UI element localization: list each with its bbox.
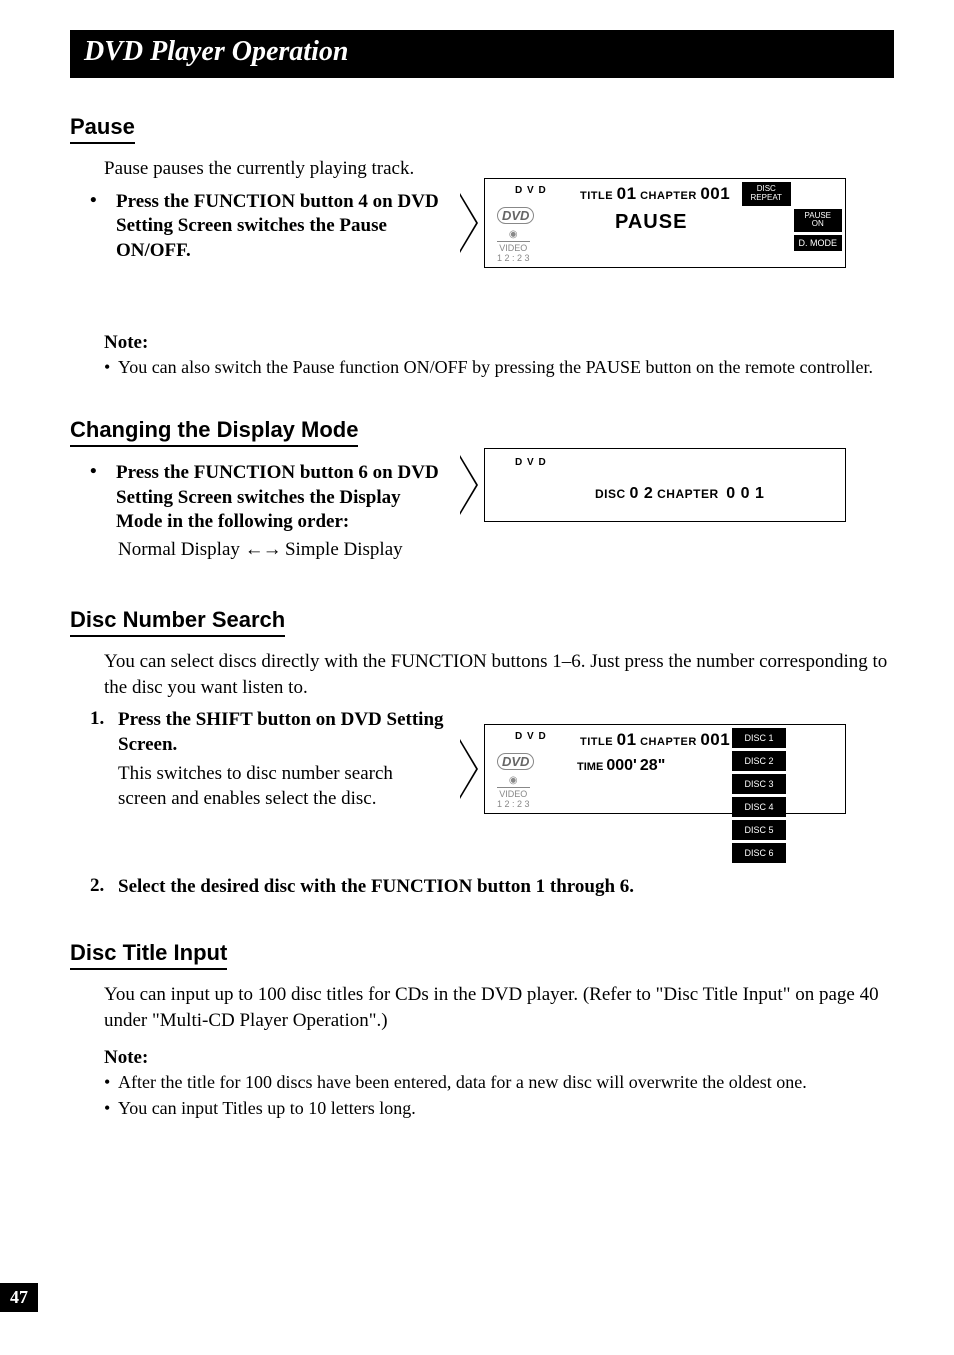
dvd-label: D V D [515, 457, 547, 468]
title-input-note-2: You can input Titles up to 10 letters lo… [118, 1097, 416, 1120]
disc-5-button: DISC 5 [732, 820, 786, 840]
bullet: • [104, 356, 118, 379]
step-number-2: 2. [90, 875, 118, 897]
note-label: Note: [104, 1047, 894, 1069]
txt: 1 2 : 2 3 [497, 253, 530, 263]
disc-3-button: DISC 3 [732, 774, 786, 794]
txt: VIDEO [499, 789, 527, 799]
txt: Normal Display [118, 539, 240, 560]
triangle-icon [460, 193, 478, 253]
txt: 0 0 1 [726, 485, 764, 502]
txt: 28" [640, 757, 665, 774]
disc-4-button: DISC 4 [732, 797, 786, 817]
txt: DISC [595, 487, 626, 501]
pause-display-text: PAUSE [615, 211, 687, 234]
pause-note-1: You can also switch the Pause function O… [118, 356, 873, 379]
page-number: 47 [0, 1283, 38, 1312]
bullet: • [104, 1071, 118, 1094]
pause-instruction: Press the FUNCTION button 4 on DVD Setti… [116, 190, 446, 264]
disc-search-screen-illustration: D V D TITLE 01 CHAPTER 001 DVD TIME 000'… [460, 724, 846, 814]
title-chapter: TITLE 01 CHAPTER 001 [580, 184, 730, 204]
pause-screen-illustration: D V D TITLE 01 CHAPTER 001 PAUSE DVD ◉ V… [460, 178, 846, 268]
heading-pause: Pause [70, 114, 135, 144]
simple-screen-illustration: D V D DISC 0 2 CHAPTER 0 0 1 [460, 448, 846, 522]
display-mode-instruction: Press the FUNCTION button 6 on DVD Setti… [116, 461, 446, 535]
title-input-note-1: After the title for 100 discs have been … [118, 1071, 807, 1094]
heading-disc-search: Disc Number Search [70, 607, 285, 637]
disc-buttons: DISC 1 DISC 2 DISC 3 DISC 4 DISC 5 DISC … [732, 728, 842, 866]
txt: CHAPTER [640, 190, 697, 202]
btn-pause-on: PAUSE ON [794, 209, 843, 233]
disc-search-step1: Press the SHIFT button on DVD Setting Sc… [118, 708, 448, 757]
heading-title-input: Disc Title Input [70, 940, 227, 970]
txt: TIME [577, 761, 603, 773]
txt: VIDEO [499, 243, 527, 253]
btn-disc-repeat: DISC REPEAT [742, 182, 791, 206]
btn-blank [742, 235, 791, 251]
video-label: ◉ VIDEO 1 2 : 2 3 [497, 775, 530, 809]
triangle-icon [460, 739, 478, 799]
bullet: • [104, 1097, 118, 1120]
txt: 1 2 : 2 3 [497, 799, 530, 809]
dvd-logo: DVD [497, 207, 534, 224]
bullet: • [90, 190, 116, 212]
txt: 001 [700, 184, 730, 203]
dvd-logo: DVD [497, 753, 534, 770]
disc-search-intro: You can select discs directly with the F… [104, 649, 894, 700]
triangle-icon [460, 455, 478, 515]
title-chapter: TITLE 01 CHAPTER 001 [580, 730, 730, 750]
time-text: TIME 000' 28" [577, 757, 665, 775]
txt: 000' [606, 757, 637, 774]
btn-dmode: D. MODE [794, 235, 843, 251]
display-order: Normal Display ←→ Simple Display [118, 539, 894, 561]
bullet: • [90, 461, 116, 483]
txt: 01 [617, 730, 637, 749]
dvd-label: D V D [515, 731, 547, 742]
title-input-intro: You can input up to 100 disc titles for … [104, 982, 894, 1033]
txt: 01 [617, 184, 637, 203]
step-number-1: 1. [90, 708, 118, 730]
txt: Simple Display [285, 539, 403, 560]
txt: TITLE [580, 736, 613, 748]
txt: CHAPTER [640, 736, 697, 748]
disc-search-step2: Select the desired disc with the FUNCTIO… [118, 875, 634, 900]
video-label: ◉ VIDEO 1 2 : 2 3 [497, 229, 530, 263]
txt: 001 [700, 730, 730, 749]
disc-6-button: DISC 6 [732, 843, 786, 863]
btn-blank [742, 209, 791, 233]
disc-search-step1-sub: This switches to disc number search scre… [118, 762, 428, 811]
heading-display-mode: Changing the Display Mode [70, 417, 358, 447]
disc-1-button: DISC 1 [732, 728, 786, 748]
txt: 0 2 [630, 485, 654, 502]
double-arrow-icon: ←→ [245, 539, 285, 560]
btn-blank [794, 182, 843, 206]
disc-chapter-text: DISC 0 2 CHAPTER 0 0 1 [595, 485, 764, 503]
disc-2-button: DISC 2 [732, 751, 786, 771]
txt: TITLE [580, 190, 613, 202]
dvd-label: D V D [515, 185, 547, 196]
note-label: Note: [104, 332, 894, 354]
title-bar: DVD Player Operation [70, 30, 894, 78]
txt: CHAPTER [657, 487, 719, 501]
